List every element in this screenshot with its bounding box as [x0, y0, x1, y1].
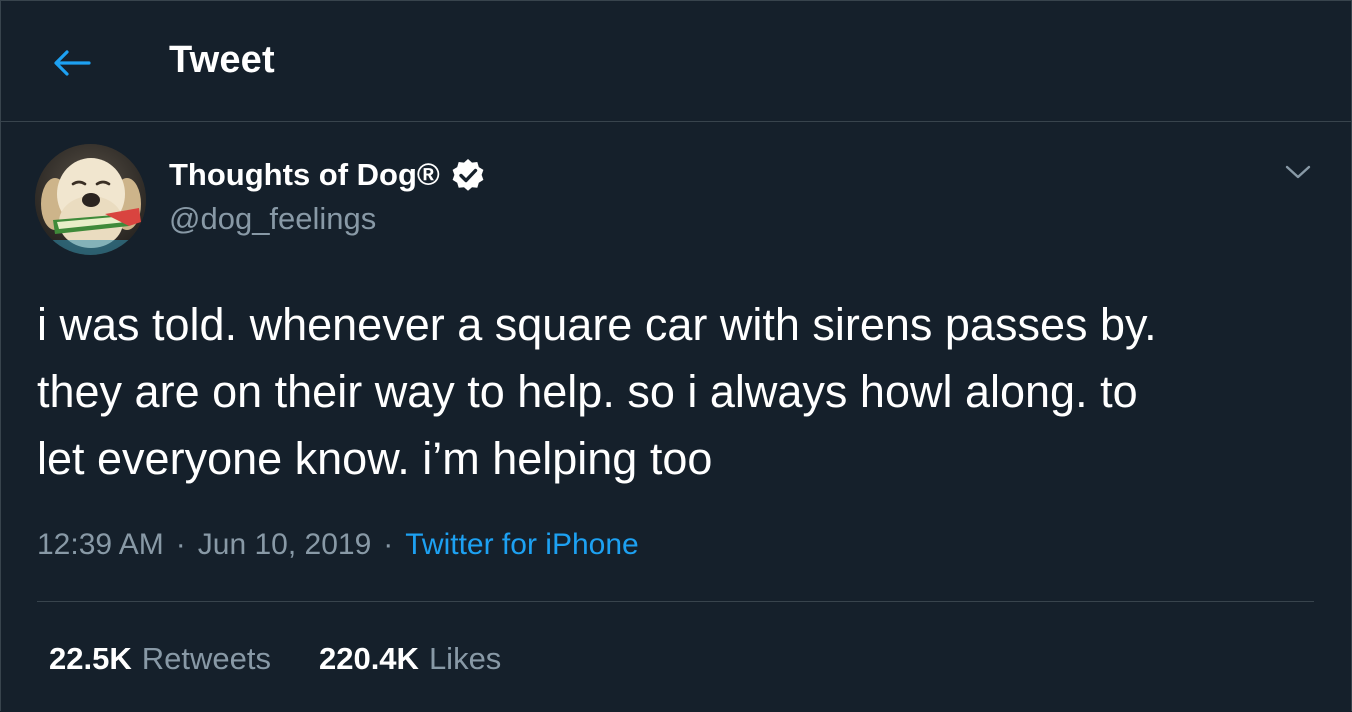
retweets-label: Retweets: [141, 641, 271, 676]
likes-label: Likes: [428, 641, 502, 676]
tweet-page: Tweet Thoughts of Dog® @dog_feelings i w…: [0, 0, 1352, 711]
author-handle[interactable]: @dog_feelings: [169, 201, 376, 237]
likes-stat[interactable]: 220.4K Likes: [319, 641, 501, 677]
verified-badge-icon: [450, 157, 486, 193]
tweet-time[interactable]: 12:39 AM: [37, 528, 164, 562]
tweet-stats: 22.5K Retweets 220.4K Likes: [49, 641, 501, 677]
dog-avatar-image: [35, 144, 146, 255]
page-header: Tweet: [1, 1, 1352, 122]
tweet-text: i was told. whenever a square car with s…: [37, 299, 1157, 484]
back-button[interactable]: [45, 37, 97, 89]
tweet-metadata: 12:39 AM · Jun 10, 2019 · Twitter for iP…: [37, 528, 639, 562]
page-title: Tweet: [169, 39, 275, 81]
meta-separator: ·: [383, 528, 394, 561]
tweet-source-link[interactable]: Twitter for iPhone: [405, 528, 638, 562]
tweet-date[interactable]: Jun 10, 2019: [198, 528, 371, 562]
retweets-stat[interactable]: 22.5K Retweets: [49, 641, 271, 677]
retweets-count: 22.5K: [49, 641, 132, 676]
author-display-name[interactable]: Thoughts of Dog®: [169, 157, 486, 193]
author-name-text: Thoughts of Dog®: [169, 157, 440, 192]
divider: [37, 601, 1314, 602]
meta-separator: ·: [175, 528, 186, 561]
chevron-down-icon: [1285, 165, 1311, 179]
likes-count: 220.4K: [318, 641, 419, 676]
more-options-button[interactable]: [1281, 157, 1315, 187]
avatar[interactable]: [35, 144, 146, 255]
arrow-left-icon: [54, 50, 91, 76]
